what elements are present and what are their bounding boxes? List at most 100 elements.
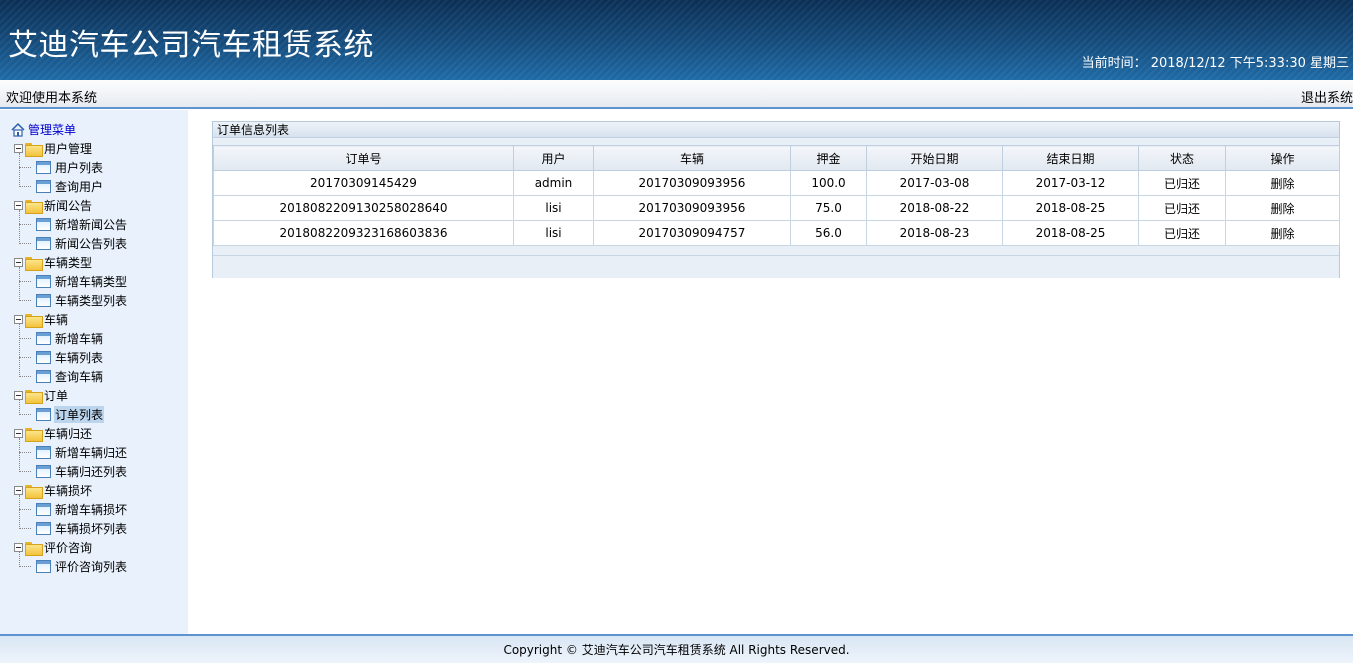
- menu-item[interactable]: 订单列表: [10, 405, 128, 424]
- menu-item-label: 新增新闻公告: [55, 218, 128, 232]
- collapse-icon[interactable]: [14, 486, 23, 495]
- page-footer: Copyright © 艾迪汽车公司汽车租赁系统 All Rights Rese…: [0, 634, 1353, 663]
- collapse-icon[interactable]: [14, 543, 23, 552]
- menu-group-header[interactable]: 车辆归还: [10, 424, 128, 443]
- table-cell: admin: [513, 170, 594, 196]
- header-banner: 艾迪汽车公司汽车租赁系统 当前时间： 2018/12/12 下午5:33:30 星…: [0, 0, 1353, 80]
- menu-root[interactable]: 管理菜单: [10, 120, 128, 139]
- table-row: 20170309145429 admin 20170309093956 100.0 20…: [213, 170, 1340, 196]
- collapse-icon[interactable]: [14, 201, 23, 210]
- current-time: 当前时间： 2018/12/12 下午5:33:30 星期三: [1082, 52, 1353, 71]
- page-icon: [36, 237, 51, 250]
- menu-item[interactable]: 新增车辆损坏: [10, 500, 128, 519]
- page-icon: [36, 370, 51, 383]
- copyright-text: Copyright © 艾迪汽车公司汽车租赁系统 All Rights Rese…: [503, 643, 850, 657]
- menu-item-label: 车辆归还列表: [55, 465, 128, 479]
- table-cell: 2018-08-25: [1002, 195, 1139, 221]
- menu-item[interactable]: 车辆类型列表: [10, 291, 128, 310]
- menu-tree: 管理菜单 用户管理 用户列表 查询用户 新闻公告 新增新闻公告 新闻公告列表 车辆类型 新增车…: [10, 120, 128, 576]
- folder-icon: [25, 142, 43, 157]
- table-cell: 20170309094757: [593, 220, 791, 246]
- table-cell: 20170309093956: [593, 170, 791, 196]
- table-cell: lisi: [513, 195, 594, 221]
- page-icon: [36, 503, 51, 516]
- delete-link[interactable]: 删除: [1225, 195, 1340, 221]
- folder-icon: [25, 256, 43, 271]
- menu-group-header[interactable]: 车辆损坏: [10, 481, 128, 500]
- column-header: 操作: [1225, 145, 1340, 171]
- menu-root-label: 管理菜单: [28, 123, 77, 137]
- page-icon: [36, 294, 51, 307]
- menu-group-label: 订单: [44, 389, 69, 403]
- menu-item-label: 新增车辆: [55, 332, 104, 346]
- menu-item[interactable]: 新增新闻公告: [10, 215, 128, 234]
- home-icon: [11, 122, 25, 137]
- menu-group: 订单订单列表: [10, 386, 128, 424]
- menu-item-label: 评价咨询列表: [55, 560, 128, 574]
- collapse-icon[interactable]: [14, 429, 23, 438]
- folder-icon: [25, 484, 43, 499]
- menu-group-children: 新增新闻公告新闻公告列表: [10, 210, 128, 253]
- menu-group-children: 新增车辆类型 车辆类型列表: [10, 267, 128, 310]
- page-icon: [36, 161, 51, 174]
- menu-item-label: 用户列表: [55, 161, 104, 175]
- menu-group: 新闻公告新增新闻公告新闻公告列表: [10, 196, 128, 253]
- menu-item-label: 新增车辆归还: [55, 446, 128, 460]
- collapse-icon[interactable]: [14, 144, 23, 153]
- menu-item[interactable]: 查询用户: [10, 177, 128, 196]
- menu-group-header[interactable]: 新闻公告: [10, 196, 128, 215]
- menu-item[interactable]: 车辆归还列表: [10, 462, 128, 481]
- collapse-icon[interactable]: [14, 391, 23, 400]
- clock-label: 当前时间：: [1081, 56, 1147, 71]
- panel-title: 订单信息列表: [213, 122, 1339, 138]
- table-footer: [213, 255, 1339, 278]
- table-cell: 2018082209323168603836: [213, 220, 514, 246]
- menu-item[interactable]: 新增车辆归还: [10, 443, 128, 462]
- table-cell: 2018-08-25: [1002, 220, 1139, 246]
- menu-group-header[interactable]: 用户管理: [10, 139, 128, 158]
- menu-group-header[interactable]: 评价咨询: [10, 538, 128, 557]
- column-header: 订单号: [213, 145, 514, 171]
- sidebar-menu: 管理菜单 用户管理 用户列表 查询用户 新闻公告 新增新闻公告 新闻公告列表 车辆类型 新增车…: [0, 110, 188, 634]
- page-icon: [36, 332, 51, 345]
- menu-item[interactable]: 车辆损坏列表: [10, 519, 128, 538]
- menu-item[interactable]: 新增车辆: [10, 329, 128, 348]
- menu-item[interactable]: 评价咨询列表: [10, 557, 128, 576]
- menu-group: 车辆类型 新增车辆类型 车辆类型列表: [10, 253, 128, 310]
- delete-link[interactable]: 删除: [1225, 170, 1340, 196]
- menu-group: 车辆损坏新增车辆损坏车辆损坏列表: [10, 481, 128, 538]
- table-cell: 100.0: [790, 170, 867, 196]
- page-icon: [36, 275, 51, 288]
- delete-link[interactable]: 删除: [1225, 220, 1340, 246]
- table-cell: 2018082209130258028640: [213, 195, 514, 221]
- top-bar: 欢迎使用本系统 退出系统: [0, 80, 1353, 109]
- menu-group-header[interactable]: 订单: [10, 386, 128, 405]
- menu-item[interactable]: 新增车辆类型: [10, 272, 128, 291]
- menu-group-children: 订单列表: [10, 400, 128, 424]
- column-header: 状态: [1138, 145, 1226, 171]
- menu-item[interactable]: 车辆列表: [10, 348, 128, 367]
- menu-group: 车辆新增车辆车辆列表 查询车辆: [10, 310, 128, 386]
- column-header: 车辆: [593, 145, 791, 171]
- menu-item[interactable]: 查询车辆: [10, 367, 128, 386]
- page-icon: [36, 180, 51, 193]
- menu-group-children: 用户列表查询用户: [10, 153, 128, 196]
- table-cell: lisi: [513, 220, 594, 246]
- menu-item-label: 订单列表: [54, 406, 105, 423]
- menu-group-header[interactable]: 车辆: [10, 310, 128, 329]
- menu-group-children: 新增车辆归还 车辆归还列表: [10, 438, 128, 481]
- menu-item-label: 新增车辆损坏: [55, 503, 128, 517]
- collapse-icon[interactable]: [14, 315, 23, 324]
- menu-group-header[interactable]: 车辆类型: [10, 253, 128, 272]
- menu-group-label: 评价咨询: [44, 541, 93, 555]
- table-cell: 20170309093956: [593, 195, 791, 221]
- order-table-wrap: 订单号 用户 车辆 押金 开始日期 结束日期 状态 操作 20170309145429 admi…: [213, 145, 1340, 246]
- menu-item[interactable]: 用户列表: [10, 158, 128, 177]
- collapse-icon[interactable]: [14, 258, 23, 267]
- logout-link[interactable]: 退出系统: [1301, 87, 1353, 106]
- menu-group-label: 用户管理: [44, 142, 93, 156]
- table-cell: 20170309145429: [213, 170, 514, 196]
- menu-item[interactable]: 新闻公告列表: [10, 234, 128, 253]
- menu-group-children: 评价咨询列表: [10, 552, 128, 576]
- clock-value: 2018/12/12 下午5:33:30 星期三: [1150, 56, 1349, 71]
